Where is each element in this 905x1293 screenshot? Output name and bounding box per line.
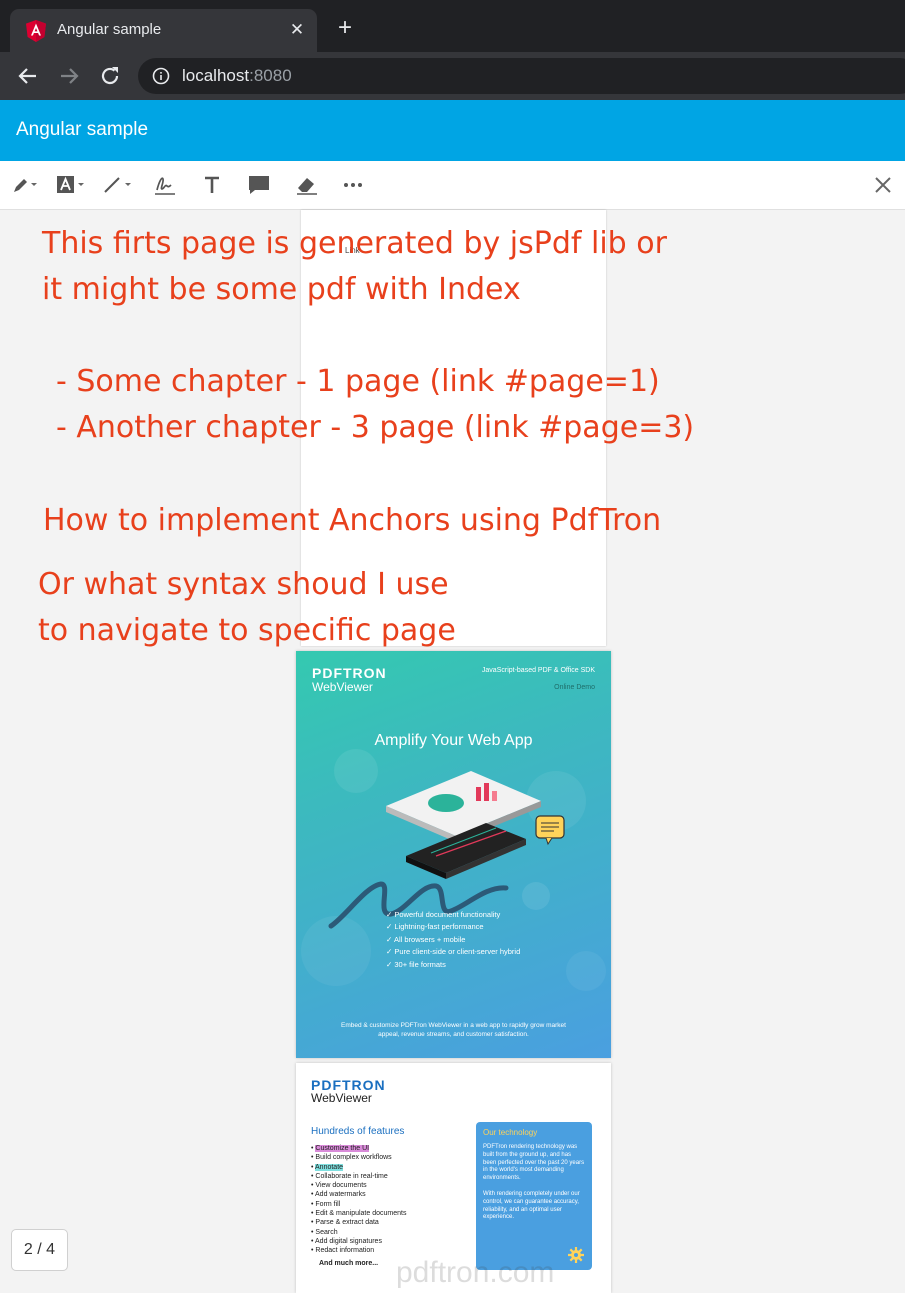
- tab-close-icon[interactable]: ✕: [288, 19, 306, 41]
- annotation-line: This firts page is generated by jsPdf li…: [42, 226, 667, 261]
- signature-icon: [155, 177, 175, 195]
- annotation-line: it might be some pdf with Index: [42, 272, 521, 307]
- pdf-page-3: PDFTRON WebViewer Hundreds of features C…: [296, 1063, 611, 1293]
- back-arrow-icon[interactable]: [16, 64, 40, 88]
- card-paragraph: PDFTron rendering technology was built f…: [483, 1144, 585, 1182]
- annotation-line: - Another chapter - 3 page (link #page=3…: [56, 410, 695, 445]
- page-headline: Amplify Your Web App: [374, 732, 533, 749]
- url-port: :8080: [249, 66, 292, 85]
- list-item: Collaborate in real-time: [311, 1172, 406, 1181]
- browser-tabstrip: Angular sample ✕ +: [0, 0, 905, 52]
- text-style-tool-button[interactable]: [56, 173, 90, 197]
- annotation-line: - Some chapter - 1 page (link #page=1): [56, 364, 660, 399]
- text-icon: [205, 176, 219, 193]
- comment-tool-button[interactable]: [247, 173, 271, 197]
- list-item: Lightning-fast performance: [386, 921, 520, 933]
- list-item: Add watermarks: [311, 1190, 406, 1199]
- comment-icon: [249, 176, 269, 194]
- list-item: Pure client-side or client-server hybrid: [386, 946, 520, 958]
- technology-card: Our technology PDFTron rendering technol…: [476, 1122, 592, 1270]
- list-item: Add digital signatures: [311, 1237, 406, 1246]
- features-list: Customize the UI Build complex workflows…: [311, 1144, 406, 1256]
- highlighted-text: Annotate: [315, 1163, 344, 1171]
- annotation-line: How to implement Anchors using PdfTron: [43, 503, 662, 538]
- url-host: localhost: [182, 66, 250, 85]
- features-list: Powerful document functionality Lightnin…: [386, 909, 520, 971]
- page-footer: Embed & customize PDFTron WebViewer in a…: [341, 1022, 566, 1038]
- sdk-tagline: JavaScript-based PDF & Office SDK: [481, 667, 595, 674]
- list-item: View documents: [311, 1181, 406, 1190]
- more-icon: [344, 183, 362, 187]
- list-item: Parse & extract data: [311, 1218, 406, 1227]
- pen-icon: [14, 179, 37, 192]
- angular-logo-icon: [26, 20, 46, 42]
- webviewer-label: WebViewer: [311, 1091, 372, 1105]
- pdf-page-2: PDFTRON WebViewer JavaScript-based PDF &…: [296, 651, 611, 1058]
- tab-title: Angular sample: [57, 21, 162, 38]
- signature-tool-button[interactable]: [153, 173, 177, 197]
- info-icon[interactable]: [152, 67, 170, 85]
- annotation-toolbar: [0, 161, 905, 210]
- line-icon: [104, 177, 131, 193]
- annotation-line: to navigate to specific page: [38, 613, 456, 648]
- list-item: Redact information: [311, 1246, 406, 1255]
- features-heading: Hundreds of features: [311, 1126, 405, 1137]
- pen-tool-button[interactable]: [11, 173, 41, 197]
- list-item: All browsers + mobile: [386, 934, 520, 946]
- list-item: Edit & manipulate documents: [311, 1209, 406, 1218]
- list-item: Customize the UI: [311, 1144, 406, 1153]
- new-tab-icon[interactable]: +: [334, 16, 356, 40]
- close-icon[interactable]: [872, 174, 894, 196]
- webviewer-label: WebViewer: [312, 680, 373, 694]
- annotation-line: Or what syntax shoud I use: [38, 567, 449, 602]
- browser-tab[interactable]: Angular sample ✕: [10, 9, 317, 52]
- eraser-icon: [297, 178, 317, 195]
- card-paragraph: With rendering completely under our cont…: [483, 1190, 580, 1221]
- card-text: PDFTron rendering technology was built f…: [483, 1144, 585, 1222]
- line-tool-button[interactable]: [103, 173, 137, 197]
- app-title: Angular sample: [16, 119, 149, 140]
- more-tools-button[interactable]: [342, 173, 364, 197]
- list-item: Search: [311, 1228, 406, 1237]
- pdftron-logo: PDFTRON: [312, 665, 387, 681]
- highlighted-text: Customize the UI: [315, 1145, 370, 1152]
- forward-arrow-icon[interactable]: [57, 64, 81, 88]
- app-header: Angular sample: [0, 100, 905, 161]
- url-text: localhost:8080: [182, 66, 292, 86]
- list-item: Build complex workflows: [311, 1153, 406, 1162]
- online-demo-label: Online Demo: [554, 684, 595, 691]
- text-style-icon: [57, 176, 84, 193]
- list-item: 30+ file formats: [386, 959, 520, 971]
- gear-icon: [568, 1247, 584, 1263]
- page-number-indicator[interactable]: 2 / 4: [11, 1229, 68, 1271]
- text-tool-button[interactable]: [201, 173, 223, 197]
- eraser-tool-button[interactable]: [295, 173, 319, 197]
- list-item: Annotate: [311, 1163, 406, 1172]
- watermark-text: pdftron.com: [396, 1256, 555, 1289]
- more-features-label: And much more...: [319, 1260, 379, 1267]
- list-item: Powerful document functionality: [386, 909, 520, 921]
- reload-icon[interactable]: [98, 64, 122, 88]
- browser-navbar: localhost:8080: [0, 52, 905, 100]
- address-bar[interactable]: localhost:8080: [138, 58, 905, 94]
- card-title: Our technology: [483, 1128, 538, 1137]
- list-item: Form fill: [311, 1200, 406, 1209]
